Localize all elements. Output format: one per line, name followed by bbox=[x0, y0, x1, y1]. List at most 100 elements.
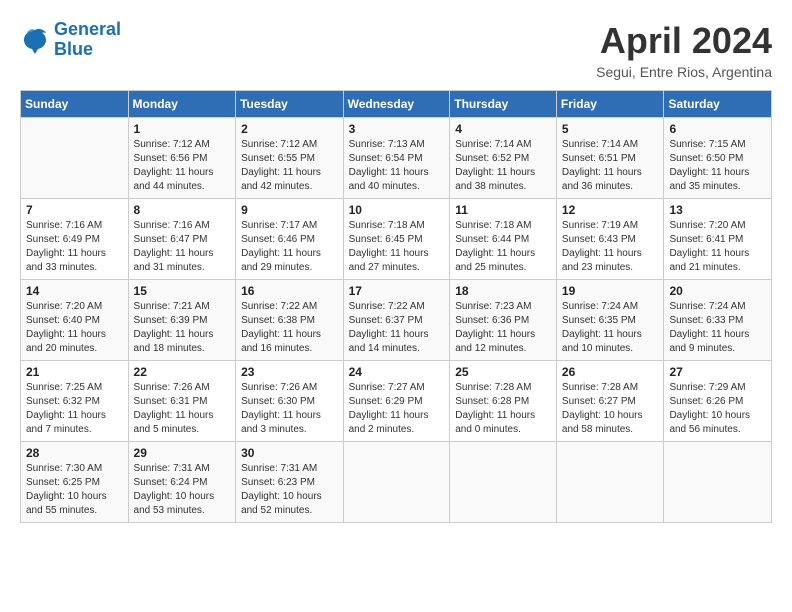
day-number: 16 bbox=[241, 284, 338, 298]
day-number: 28 bbox=[26, 446, 123, 460]
day-number: 14 bbox=[26, 284, 123, 298]
calendar-cell bbox=[664, 442, 772, 523]
day-info: Sunrise: 7:18 AM Sunset: 6:44 PM Dayligh… bbox=[455, 219, 551, 275]
weekday-header-friday: Friday bbox=[556, 91, 664, 118]
day-number: 15 bbox=[134, 284, 231, 298]
day-info: Sunrise: 7:27 AM Sunset: 6:29 PM Dayligh… bbox=[349, 381, 445, 437]
day-info: Sunrise: 7:21 AM Sunset: 6:39 PM Dayligh… bbox=[134, 300, 231, 356]
day-number: 13 bbox=[669, 203, 766, 217]
calendar-cell: 17 Sunrise: 7:22 AM Sunset: 6:37 PM Dayli… bbox=[343, 280, 450, 361]
day-number: 20 bbox=[669, 284, 766, 298]
day-number: 30 bbox=[241, 446, 338, 460]
day-info: Sunrise: 7:16 AM Sunset: 6:49 PM Dayligh… bbox=[26, 219, 123, 275]
day-number: 11 bbox=[455, 203, 551, 217]
calendar-cell: 4 Sunrise: 7:14 AM Sunset: 6:52 PM Daylig… bbox=[450, 118, 557, 199]
logo: General Blue bbox=[20, 20, 121, 60]
day-number: 22 bbox=[134, 365, 231, 379]
day-number: 9 bbox=[241, 203, 338, 217]
calendar-cell: 3Sunrise: 7:13 AM Sunset: 6:54 PM Daylig… bbox=[343, 118, 450, 199]
calendar-week-row: 1 Sunrise: 7:12 AM Sunset: 6:56 PM Daylig… bbox=[21, 118, 772, 199]
day-number: 21 bbox=[26, 365, 123, 379]
calendar-cell: 28 Sunrise: 7:30 AM Sunset: 6:25 PM Dayli… bbox=[21, 442, 129, 523]
weekday-header-tuesday: Tuesday bbox=[236, 91, 344, 118]
day-info: Sunrise: 7:25 AM Sunset: 6:32 PM Dayligh… bbox=[26, 381, 123, 437]
calendar-cell: 2 Sunrise: 7:12 AM Sunset: 6:55 PM Daylig… bbox=[236, 118, 344, 199]
day-info: Sunrise: 7:22 AM Sunset: 6:38 PM Dayligh… bbox=[241, 300, 338, 356]
calendar-cell bbox=[21, 118, 129, 199]
calendar-cell: 10Sunrise: 7:18 AM Sunset: 6:45 PM Dayli… bbox=[343, 199, 450, 280]
calendar-cell: 15 Sunrise: 7:21 AM Sunset: 6:39 PM Dayli… bbox=[128, 280, 236, 361]
calendar-cell: 8 Sunrise: 7:16 AM Sunset: 6:47 PM Daylig… bbox=[128, 199, 236, 280]
day-number: 5 bbox=[562, 122, 659, 136]
day-number: 29 bbox=[134, 446, 231, 460]
day-info: Sunrise: 7:13 AM Sunset: 6:54 PM Dayligh… bbox=[349, 138, 445, 194]
weekday-header-saturday: Saturday bbox=[664, 91, 772, 118]
day-info: Sunrise: 7:12 AM Sunset: 6:55 PM Dayligh… bbox=[241, 138, 338, 194]
day-number: 17 bbox=[349, 284, 445, 298]
calendar-cell: 16 Sunrise: 7:22 AM Sunset: 6:38 PM Dayli… bbox=[236, 280, 344, 361]
logo-icon bbox=[20, 26, 50, 54]
day-number: 2 bbox=[241, 122, 338, 136]
day-info: Sunrise: 7:14 AM Sunset: 6:52 PM Dayligh… bbox=[455, 138, 551, 194]
day-number: 27 bbox=[669, 365, 766, 379]
day-info: Sunrise: 7:24 AM Sunset: 6:33 PM Dayligh… bbox=[669, 300, 766, 356]
day-info: Sunrise: 7:28 AM Sunset: 6:27 PM Dayligh… bbox=[562, 381, 659, 437]
weekday-header-sunday: Sunday bbox=[21, 91, 129, 118]
weekday-header-row: SundayMondayTuesdayWednesdayThursdayFrid… bbox=[21, 91, 772, 118]
calendar-week-row: 7 Sunrise: 7:16 AM Sunset: 6:49 PM Daylig… bbox=[21, 199, 772, 280]
day-info: Sunrise: 7:17 AM Sunset: 6:46 PM Dayligh… bbox=[241, 219, 338, 275]
day-info: Sunrise: 7:30 AM Sunset: 6:25 PM Dayligh… bbox=[26, 462, 123, 518]
day-number: 24 bbox=[349, 365, 445, 379]
calendar-cell: 20 Sunrise: 7:24 AM Sunset: 6:33 PM Dayli… bbox=[664, 280, 772, 361]
calendar-cell: 23Sunrise: 7:26 AM Sunset: 6:30 PM Dayli… bbox=[236, 361, 344, 442]
calendar-cell: 14 Sunrise: 7:20 AM Sunset: 6:40 PM Dayli… bbox=[21, 280, 129, 361]
day-info: Sunrise: 7:14 AM Sunset: 6:51 PM Dayligh… bbox=[562, 138, 659, 194]
day-number: 25 bbox=[455, 365, 551, 379]
day-number: 8 bbox=[134, 203, 231, 217]
title-area: April 2024 Segui, Entre Rios, Argentina bbox=[596, 20, 772, 80]
calendar-cell: 12 Sunrise: 7:19 AM Sunset: 6:43 PM Dayli… bbox=[556, 199, 664, 280]
day-info: Sunrise: 7:20 AM Sunset: 6:40 PM Dayligh… bbox=[26, 300, 123, 356]
day-number: 7 bbox=[26, 203, 123, 217]
day-number: 6 bbox=[669, 122, 766, 136]
day-info: Sunrise: 7:20 AM Sunset: 6:41 PM Dayligh… bbox=[669, 219, 766, 275]
calendar-cell: 25 Sunrise: 7:28 AM Sunset: 6:28 PM Dayli… bbox=[450, 361, 557, 442]
day-number: 1 bbox=[134, 122, 231, 136]
calendar-week-row: 21 Sunrise: 7:25 AM Sunset: 6:32 PM Dayli… bbox=[21, 361, 772, 442]
day-number: 12 bbox=[562, 203, 659, 217]
day-info: Sunrise: 7:19 AM Sunset: 6:43 PM Dayligh… bbox=[562, 219, 659, 275]
calendar-cell: 1 Sunrise: 7:12 AM Sunset: 6:56 PM Daylig… bbox=[128, 118, 236, 199]
weekday-header-monday: Monday bbox=[128, 91, 236, 118]
calendar-cell bbox=[450, 442, 557, 523]
calendar-cell: 22 Sunrise: 7:26 AM Sunset: 6:31 PM Dayli… bbox=[128, 361, 236, 442]
calendar-cell: 9 Sunrise: 7:17 AM Sunset: 6:46 PM Daylig… bbox=[236, 199, 344, 280]
calendar-cell: 18 Sunrise: 7:23 AM Sunset: 6:36 PM Dayli… bbox=[450, 280, 557, 361]
calendar-cell bbox=[556, 442, 664, 523]
weekday-header-wednesday: Wednesday bbox=[343, 91, 450, 118]
day-info: Sunrise: 7:23 AM Sunset: 6:36 PM Dayligh… bbox=[455, 300, 551, 356]
day-info: Sunrise: 7:22 AM Sunset: 6:37 PM Dayligh… bbox=[349, 300, 445, 356]
weekday-header-thursday: Thursday bbox=[450, 91, 557, 118]
day-info: Sunrise: 7:24 AM Sunset: 6:35 PM Dayligh… bbox=[562, 300, 659, 356]
day-info: Sunrise: 7:12 AM Sunset: 6:56 PM Dayligh… bbox=[134, 138, 231, 194]
calendar-cell: 5 Sunrise: 7:14 AM Sunset: 6:51 PM Daylig… bbox=[556, 118, 664, 199]
day-number: 19 bbox=[562, 284, 659, 298]
calendar-cell: 13 Sunrise: 7:20 AM Sunset: 6:41 PM Dayli… bbox=[664, 199, 772, 280]
calendar-week-row: 14 Sunrise: 7:20 AM Sunset: 6:40 PM Dayli… bbox=[21, 280, 772, 361]
day-info: Sunrise: 7:31 AM Sunset: 6:23 PM Dayligh… bbox=[241, 462, 338, 518]
calendar-cell: 21 Sunrise: 7:25 AM Sunset: 6:32 PM Dayli… bbox=[21, 361, 129, 442]
calendar-cell: 11 Sunrise: 7:18 AM Sunset: 6:44 PM Dayli… bbox=[450, 199, 557, 280]
calendar-cell: 19 Sunrise: 7:24 AM Sunset: 6:35 PM Dayli… bbox=[556, 280, 664, 361]
day-number: 23 bbox=[241, 365, 338, 379]
day-info: Sunrise: 7:26 AM Sunset: 6:31 PM Dayligh… bbox=[134, 381, 231, 437]
day-info: Sunrise: 7:28 AM Sunset: 6:28 PM Dayligh… bbox=[455, 381, 551, 437]
day-info: Sunrise: 7:18 AM Sunset: 6:45 PM Dayligh… bbox=[349, 219, 445, 275]
calendar-cell: 6 Sunrise: 7:15 AM Sunset: 6:50 PM Daylig… bbox=[664, 118, 772, 199]
day-number: 18 bbox=[455, 284, 551, 298]
calendar-cell: 29Sunrise: 7:31 AM Sunset: 6:24 PM Dayli… bbox=[128, 442, 236, 523]
day-number: 4 bbox=[455, 122, 551, 136]
day-info: Sunrise: 7:15 AM Sunset: 6:50 PM Dayligh… bbox=[669, 138, 766, 194]
calendar-title: April 2024 bbox=[596, 20, 772, 62]
day-info: Sunrise: 7:16 AM Sunset: 6:47 PM Dayligh… bbox=[134, 219, 231, 275]
calendar-cell bbox=[343, 442, 450, 523]
